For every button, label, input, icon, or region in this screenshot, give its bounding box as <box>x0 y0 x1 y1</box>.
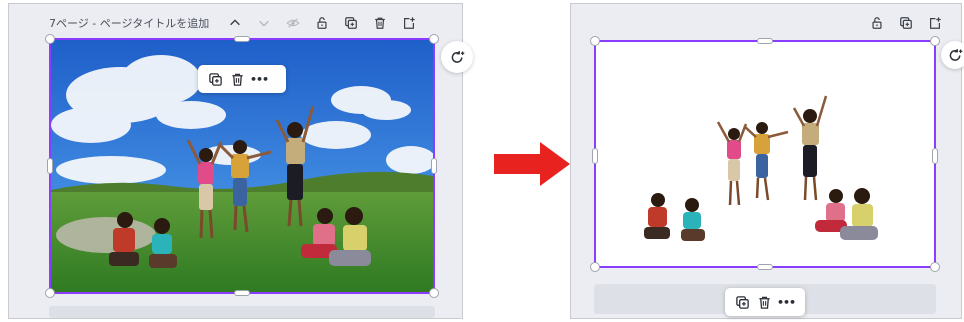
resize-handle-top-right[interactable] <box>429 34 439 44</box>
duplicate-icon[interactable] <box>897 14 915 32</box>
more-icon[interactable]: ••• <box>248 68 270 90</box>
editor-page-before: 7ページ - ページタイトルを追加 ••• <box>8 3 473 319</box>
page-header: 7ページ - ページタイトルを追加 <box>49 10 418 36</box>
resize-handle-top[interactable] <box>234 36 250 42</box>
photo-element-bg-removed[interactable] <box>590 36 940 272</box>
resize-handle-bottom-right[interactable] <box>930 262 940 272</box>
page-add-strip <box>49 306 435 318</box>
lock-icon[interactable] <box>868 14 886 32</box>
resize-handle-right[interactable] <box>431 158 437 174</box>
add-page-icon[interactable] <box>926 14 944 32</box>
kids-cutout <box>644 95 878 241</box>
editor-page-after: ••• <box>570 3 964 319</box>
refresh-sparkle-icon <box>451 50 464 63</box>
resize-handle-bottom-left[interactable] <box>590 262 600 272</box>
lock-icon[interactable] <box>313 14 331 32</box>
hide-icon[interactable] <box>284 14 302 32</box>
duplicate-icon[interactable] <box>204 68 226 90</box>
resize-handle-top-right[interactable] <box>930 36 940 46</box>
element-toolbar: ••• <box>198 65 286 93</box>
resize-handle-top-left[interactable] <box>590 36 600 46</box>
regenerate-button[interactable] <box>941 41 964 69</box>
page-title[interactable]: 7ページ - ページタイトルを追加 <box>49 15 209 31</box>
duplicate-icon[interactable] <box>342 14 360 32</box>
chevron-up-icon[interactable] <box>226 14 244 32</box>
regenerate-button[interactable] <box>441 41 473 73</box>
trash-icon[interactable] <box>753 291 775 313</box>
resize-handle-left[interactable] <box>592 148 598 164</box>
resize-handle-top[interactable] <box>757 38 773 44</box>
resize-handle-bottom-left[interactable] <box>45 288 55 298</box>
page-header <box>857 10 944 36</box>
trash-icon[interactable] <box>226 68 248 90</box>
resize-handle-bottom[interactable] <box>234 290 250 296</box>
resize-handle-left[interactable] <box>47 158 53 174</box>
add-page-icon[interactable] <box>400 14 418 32</box>
resize-handle-bottom[interactable] <box>757 264 773 270</box>
more-icon[interactable]: ••• <box>775 291 797 313</box>
refresh-sparkle-icon <box>949 48 962 61</box>
transition-arrow <box>494 142 570 186</box>
duplicate-icon[interactable] <box>731 291 753 313</box>
resize-handle-top-left[interactable] <box>45 34 55 44</box>
resize-handle-right[interactable] <box>932 148 938 164</box>
trash-icon[interactable] <box>371 14 389 32</box>
chevron-down-icon[interactable] <box>255 14 273 32</box>
resize-handle-bottom-right[interactable] <box>429 288 439 298</box>
element-toolbar: ••• <box>725 288 805 316</box>
